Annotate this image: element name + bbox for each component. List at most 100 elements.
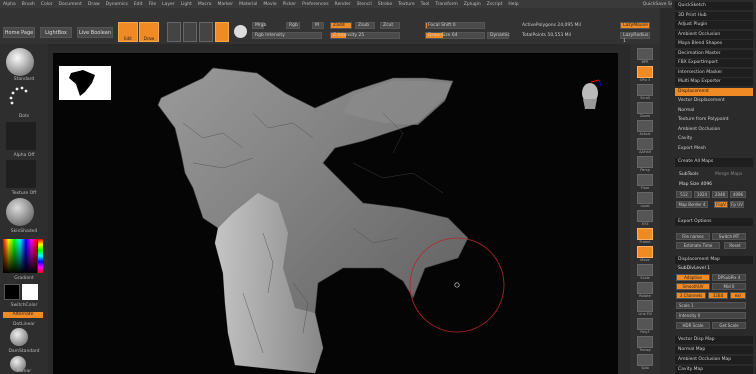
menu-item[interactable]: Alpha [3, 2, 16, 7]
navigation-thumbnail[interactable] [59, 66, 111, 100]
z-intensity-slider[interactable]: Z Intensity 25 [330, 32, 400, 39]
lazymouse-toggle[interactable]: LazyMouse [620, 22, 650, 29]
plugin-item[interactable]: 3D Print Hub [675, 11, 753, 20]
right-shelf-button[interactable] [637, 120, 653, 132]
menu-item[interactable]: Zscript [487, 2, 503, 7]
right-shelf-button[interactable] [637, 318, 653, 330]
export-options-button[interactable]: Export Options [675, 218, 753, 226]
displacement-sub-item[interactable]: Export Mesh [675, 145, 753, 153]
rgb-intensity-slider[interactable]: Rgb Intensity [252, 32, 322, 39]
reset-button[interactable]: Reset [724, 242, 746, 249]
cavity-map-header[interactable]: Cavity Map [675, 366, 753, 374]
right-shelf-button[interactable] [637, 246, 653, 258]
displacement-sub-item[interactable]: Normal [675, 107, 753, 115]
displacement-sub-item[interactable]: Texture from Polypaint [675, 116, 753, 124]
right-shelf-button[interactable] [637, 48, 653, 60]
draw-button[interactable]: Draw [139, 22, 159, 42]
menu-item[interactable]: Tool [421, 2, 430, 7]
menu-item[interactable]: Brush [22, 2, 35, 7]
displacement-sub-item[interactable]: Cavity [675, 135, 753, 143]
plugin-item[interactable]: Intersection Masker [675, 68, 753, 77]
menu-item[interactable]: Help [508, 2, 518, 7]
dots-stroke-icon[interactable] [8, 86, 30, 108]
plugin-item[interactable]: Ambient Occlusion [675, 30, 753, 39]
plugin-item[interactable]: Adjust Plugin [675, 21, 753, 29]
mrgb-toggle[interactable]: Mrgb [252, 22, 266, 29]
right-shelf-button[interactable] [637, 102, 653, 114]
menu-item[interactable]: Macro [198, 2, 212, 7]
right-shelf-button[interactable] [637, 282, 653, 294]
color-picker[interactable] [3, 239, 37, 273]
scale-button[interactable] [183, 22, 197, 42]
mid-slider[interactable]: Mid 0 [712, 283, 746, 290]
menu-item[interactable]: Material [239, 2, 257, 7]
material-ball-button[interactable] [215, 22, 229, 42]
scale-slider[interactable]: Scale 1 [676, 302, 746, 309]
menu-item[interactable]: Marker [218, 2, 234, 7]
hdr-scale-button[interactable]: HDR Scale [676, 322, 710, 329]
menu-item[interactable]: Picker [283, 2, 296, 7]
exr-toggle[interactable]: exr [730, 292, 746, 299]
get-scale-button[interactable]: Get Scale [712, 322, 746, 329]
menu-item[interactable]: Document [59, 2, 82, 7]
menu-item[interactable]: Light [181, 2, 192, 7]
zsub-toggle[interactable]: Zsub [355, 22, 375, 29]
right-shelf-button[interactable] [637, 228, 653, 240]
menu-item[interactable]: Movie [263, 2, 276, 7]
dynamic-toggle[interactable]: Dynamic [487, 32, 510, 39]
create-all-maps-button[interactable]: Create All Maps [675, 158, 753, 167]
secondary-color-swatch[interactable] [4, 284, 20, 300]
dpsubpix-slider[interactable]: DPSubPix 4 [712, 274, 746, 281]
material-ball-icon[interactable] [6, 198, 34, 226]
intensity-slider[interactable]: Intensity 0 [676, 312, 746, 319]
menu-item[interactable]: Edit [134, 2, 143, 7]
menu-item[interactable]: File [149, 2, 157, 7]
vector-disp-map-header[interactable]: Vector Disp Map [675, 336, 753, 344]
draw-size-slider[interactable]: Draw Size 64 [425, 32, 485, 39]
right-shelf-button[interactable] [637, 354, 653, 366]
flip-uv-toggle[interactable]: Fp UV [730, 201, 744, 208]
smooth-uv-toggle[interactable]: SmoothUV [676, 283, 710, 290]
normal-map-header[interactable]: Normal Map [675, 346, 753, 354]
bit32-toggle[interactable]: 32Bit [708, 292, 728, 299]
right-shelf-button[interactable] [637, 138, 653, 150]
map-size-option[interactable]: 512 [676, 191, 692, 198]
menu-item[interactable]: Transform [435, 2, 457, 7]
home-page-button[interactable]: Home Page [3, 27, 35, 38]
alpha-preview[interactable] [6, 122, 36, 150]
menu-item[interactable]: Layer [162, 2, 175, 7]
rotate-button[interactable] [199, 22, 213, 42]
menu-item[interactable]: Render [335, 2, 351, 7]
displacement-sub-item[interactable]: Ambient Occlusion [675, 126, 753, 134]
canvas-viewport[interactable] [53, 53, 618, 374]
flipv-toggle[interactable]: FlipV [714, 201, 728, 208]
m-toggle[interactable]: M [312, 22, 324, 29]
right-shelf-button[interactable] [637, 300, 653, 312]
displacement-map-subheader[interactable]: Displacement Map [675, 256, 753, 264]
lightbox-button[interactable]: LightBox [40, 27, 72, 38]
displacement-sub-item[interactable]: Vector Displacement [675, 97, 753, 105]
standard-brush-icon[interactable] [6, 48, 34, 76]
menu-item[interactable]: Stroke [378, 2, 392, 7]
rgb-toggle[interactable]: Rgb [286, 22, 300, 29]
menu-item[interactable]: Stencil [357, 2, 372, 7]
menu-item[interactable]: Draw [88, 2, 100, 7]
menu-item[interactable]: Preferences [302, 2, 328, 7]
map-size-option[interactable]: 1024 [694, 191, 710, 198]
plugin-item[interactable]: Maya Blend Shapes [675, 40, 753, 48]
map-border-slider[interactable]: Map Border 4 [676, 201, 708, 208]
main-color-swatch[interactable] [22, 284, 38, 300]
right-shelf-button[interactable] [637, 66, 653, 78]
focal-shift-slider[interactable]: Focal Shift 0 [425, 22, 485, 29]
live-boolean-button[interactable]: Live Boolean [77, 27, 113, 38]
menu-item[interactable]: Color [41, 2, 53, 7]
adaptive-toggle[interactable]: Adaptive [676, 274, 710, 281]
displacement-header[interactable]: Displacement [675, 88, 753, 96]
material-switch-icon[interactable] [234, 25, 247, 38]
edit-button[interactable]: Edit [118, 22, 138, 42]
right-shelf-button[interactable] [637, 210, 653, 222]
right-shelf-button[interactable] [637, 156, 653, 168]
estimate-time-button[interactable]: Estimate Time [676, 242, 720, 249]
right-shelf-button[interactable] [637, 192, 653, 204]
channels-toggle[interactable]: 3 Channels [676, 292, 706, 299]
